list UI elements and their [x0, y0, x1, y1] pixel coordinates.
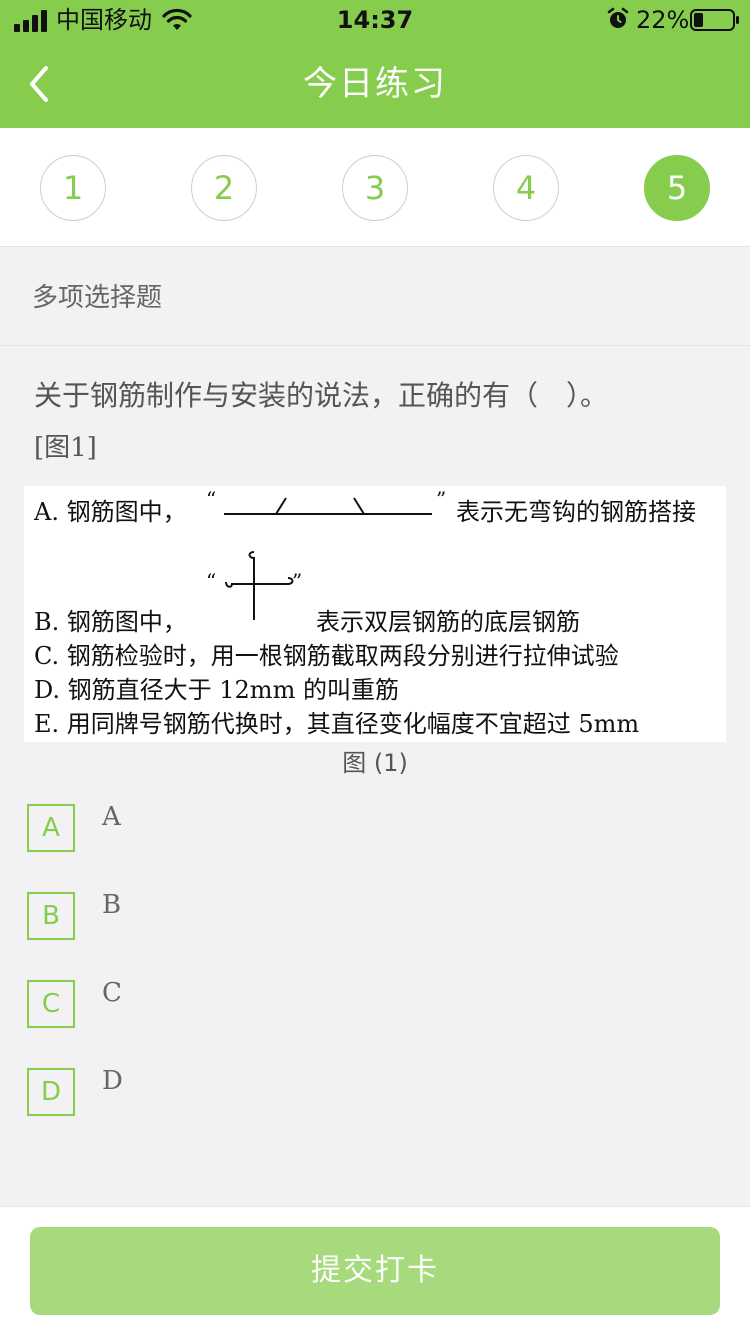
question-type-label: 多项选择题 [32, 283, 163, 313]
option-a[interactable]: A A [27, 802, 717, 854]
app-screen: 中国移动 14:37 22% 今日练习 1 2 3 4 5 多项选择题 关于钢筋… [0, 0, 750, 1334]
figure-caption: 图 (1) [342, 749, 408, 777]
question-figure: A. 钢筋图中， “ ” 表示无弯钩的钢筋搭接 “ ” B. 钢筋图中， 表示双… [24, 486, 726, 742]
battery-icon [690, 9, 739, 31]
question-index-5[interactable]: 5 [644, 155, 710, 221]
submit-checkin-button[interactable]: 提交打卡 [30, 1227, 720, 1315]
figure-line-c: C. 钢筋检验时，用一根钢筋截取两段分别进行拉伸试验 [34, 642, 619, 670]
svg-text:“: “ [206, 490, 216, 511]
question-index-2[interactable]: 2 [191, 155, 257, 221]
option-a-text: A [102, 802, 121, 832]
question-type-bar: 多项选择题 [0, 247, 750, 346]
question-index-3[interactable]: 3 [342, 155, 408, 221]
footer: 提交打卡 [0, 1206, 750, 1334]
double-layer-bar-symbol: “ ” [206, 551, 302, 620]
option-c-text: C [102, 978, 122, 1008]
question-index-4[interactable]: 4 [493, 155, 559, 221]
figure-line-b-suffix: 表示双层钢筋的底层钢筋 [316, 608, 580, 636]
option-b-text: B [102, 890, 122, 920]
option-b[interactable]: B B [27, 890, 717, 942]
figure-line-a: A. 钢筋图中， [34, 496, 187, 528]
svg-text:“: “ [206, 569, 216, 593]
figure-reference: [图1] [34, 433, 97, 463]
option-c[interactable]: C C [27, 978, 717, 1030]
figure-line-e: E. 用同牌号钢筋代换时，其直径变化幅度不宜超过 5mm [34, 710, 640, 738]
figure-line-a-prefix: A. 钢筋图中， [34, 498, 187, 526]
header: 中国移动 14:37 22% 今日练习 [0, 0, 750, 128]
figure-line-b-prefix: B. 钢筋图中， [34, 608, 187, 636]
svg-text:”: ” [436, 490, 446, 511]
figure-line-d: D. 钢筋直径大于 12mm 的叫重筋 [34, 676, 399, 704]
svg-text:”: ” [292, 569, 302, 593]
battery-percent: 22% [636, 6, 690, 34]
option-a-checkbox[interactable]: A [27, 804, 75, 852]
page-title: 今日练习 [303, 64, 447, 104]
question-index-1[interactable]: 1 [40, 155, 106, 221]
question-index-bar: 1 2 3 4 5 [0, 128, 750, 247]
option-b-checkbox[interactable]: B [27, 892, 75, 940]
alarm-icon [607, 7, 629, 28]
question-stem: 关于钢筋制作与安装的说法，正确的有（ ）。 [34, 379, 609, 412]
status-bar: 中国移动 14:37 22% [0, 0, 750, 40]
option-d-text: D [102, 1066, 123, 1096]
option-c-checkbox[interactable]: C [27, 980, 75, 1028]
option-d[interactable]: D D [27, 1066, 717, 1118]
option-d-checkbox[interactable]: D [27, 1068, 75, 1116]
figure-line-a-suffix: 表示无弯钩的钢筋搭接 [456, 498, 696, 526]
lap-splice-symbol: “ ” [206, 490, 446, 515]
